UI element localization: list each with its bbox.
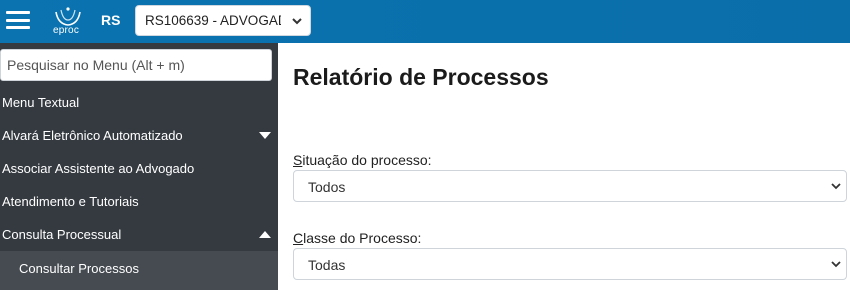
hamburger-menu-icon[interactable]	[6, 11, 30, 31]
page-title: Relatório de Processos	[293, 64, 549, 90]
sidebar-item-label: Consulta Processual	[2, 227, 122, 242]
state-label: RS	[101, 12, 121, 28]
menu-search-input[interactable]	[1, 50, 271, 80]
profile-select[interactable]: RS106639 - ADVOGADO	[135, 5, 311, 36]
sidebar-item-label: Menu Textual	[2, 95, 80, 110]
classe-select[interactable]: Todas	[293, 248, 847, 280]
sidebar-item-menu-textual[interactable]: Menu Textual	[0, 86, 278, 119]
access-key-letter: S	[293, 152, 303, 168]
sidebar: Menu Textual Alvará Eletrônico Automatiz…	[0, 43, 278, 290]
classe-label: Classe do Processo:	[293, 230, 421, 246]
sidebar-item-label: Associar Assistente ao Advogado	[2, 161, 195, 176]
sidebar-item-label: Alvará Eletrônico Automatizado	[2, 128, 183, 143]
menu-search-box[interactable]	[0, 49, 272, 81]
sidebar-item-consulta-processual[interactable]: Consulta Processual	[0, 218, 278, 251]
chevron-down-icon	[292, 18, 302, 25]
sidebar-item-label: Atendimento e Tutoriais	[2, 194, 139, 209]
chevron-down-icon	[831, 261, 841, 268]
classe-label-text: lasse do Processo:	[303, 230, 422, 246]
chevron-down-icon	[831, 183, 841, 190]
caret-down-icon	[259, 132, 271, 139]
caret-up-icon	[259, 231, 271, 238]
access-key-letter: C	[293, 230, 304, 246]
sidebar-item-label: Consultar Processos	[19, 261, 139, 276]
logo-text: eproc	[53, 25, 80, 36]
sidebar-item-alvara[interactable]: Alvará Eletrônico Automatizado	[0, 119, 278, 152]
situacao-select-value: Todos	[308, 179, 346, 195]
sidebar-subitem-consultar-processos[interactable]: Consultar Processos	[0, 251, 278, 290]
situacao-label-text: ituação do processo:	[302, 152, 432, 168]
sidebar-item-atendimento[interactable]: Atendimento e Tutoriais	[0, 185, 278, 218]
situacao-select[interactable]: Todos	[293, 170, 847, 202]
profile-select-value: RS106639 - ADVOGADO	[145, 13, 281, 28]
top-navbar: eproc RS RS106639 - ADVOGADO	[0, 0, 850, 43]
situacao-label: Situação do processo:	[293, 152, 432, 168]
classe-select-value: Todas	[308, 257, 346, 273]
sidebar-item-associar-assistente[interactable]: Associar Assistente ao Advogado	[0, 152, 278, 185]
